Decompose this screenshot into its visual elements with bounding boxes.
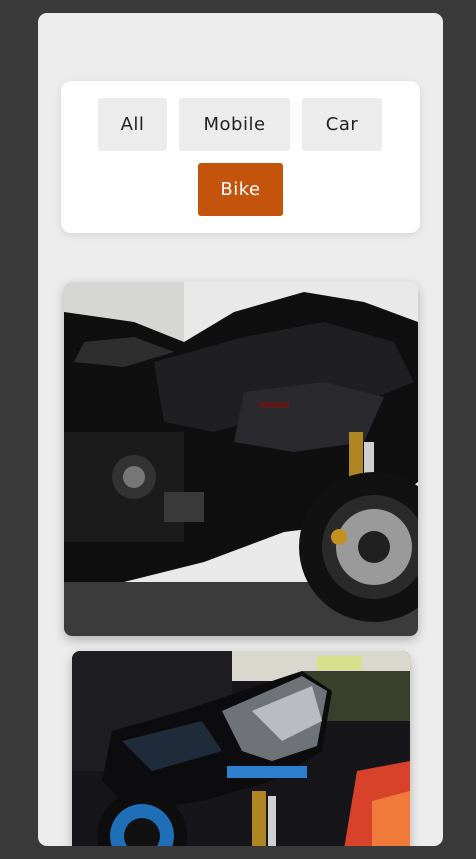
motorcycle-photo-1 <box>64 282 418 636</box>
gallery-image-bike-2[interactable] <box>72 651 410 846</box>
filter-panel: All Mobile Car Bike <box>61 81 420 233</box>
filter-bike-button[interactable]: Bike <box>198 163 283 216</box>
motorcycle-photo-2 <box>72 651 410 846</box>
filter-all-button[interactable]: All <box>98 98 167 151</box>
gallery-app: All Mobile Car Bike <box>38 13 443 846</box>
gallery-image-bike-1[interactable] <box>64 282 418 636</box>
filter-car-button[interactable]: Car <box>302 98 382 151</box>
filter-mobile-button[interactable]: Mobile <box>179 98 290 151</box>
